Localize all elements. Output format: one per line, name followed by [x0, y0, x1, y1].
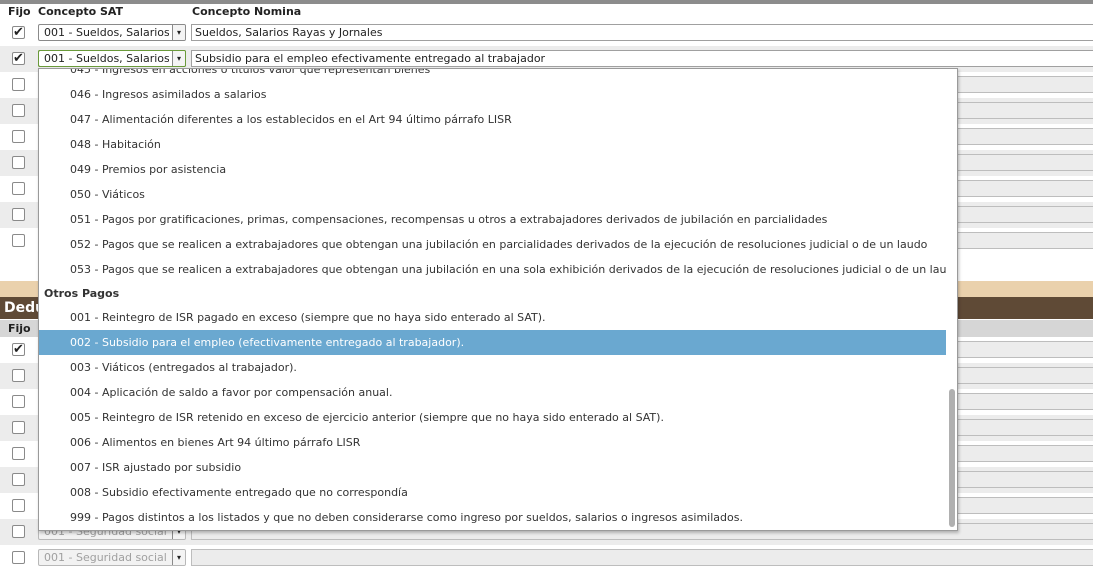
fijo-checkbox[interactable]: [12, 551, 25, 564]
fijo-checkbox[interactable]: [12, 208, 25, 221]
dropdown-option[interactable]: 048 - Habitación: [39, 132, 946, 157]
dropdown-arrow-icon[interactable]: ▾: [172, 550, 185, 565]
fijo-checkbox[interactable]: [12, 156, 25, 169]
dropdown-option[interactable]: 004 - Aplicación de saldo a favor por co…: [39, 380, 946, 405]
dropdown-option[interactable]: 047 - Alimentación diferentes a los esta…: [39, 107, 946, 132]
dropdown-group-label: Otros Pagos: [44, 287, 120, 300]
fijo-checkbox[interactable]: [12, 234, 25, 247]
dropdown-option[interactable]: 046 - Ingresos asimilados a salarios: [39, 82, 946, 107]
concepto-sat-value: 001 - Sueldos, Salarios Rayas y Jornales: [44, 52, 169, 65]
dropdown-arrow-icon[interactable]: ▾: [172, 25, 185, 40]
dropdown-option[interactable]: 006 - Alimentos en bienes Art 94 último …: [39, 430, 946, 455]
fijo-checkbox[interactable]: [12, 525, 25, 538]
header-concepto-nomina: Concepto Nomina: [192, 5, 302, 18]
fijo-checkbox[interactable]: [12, 447, 25, 460]
fijo-checkbox[interactable]: [12, 499, 25, 512]
fijo-checkbox[interactable]: ✔: [12, 52, 25, 65]
dropdown-option[interactable]: 045 - Ingresos en acciones o títulos val…: [39, 69, 946, 76]
checkmark-icon: ✔: [13, 342, 24, 357]
dropdown-option[interactable]: 007 - ISR ajustado por subsidio: [39, 455, 946, 480]
dropdown-option[interactable]: 053 - Pagos que se realicen a extrabajad…: [39, 257, 946, 282]
dropdown-option[interactable]: 005 - Reintegro de ISR retenido en exces…: [39, 405, 946, 430]
dropdown-option[interactable]: 008 - Subsidio efectivamente entregado q…: [39, 480, 946, 505]
dropdown-option[interactable]: 051 - Pagos por gratificaciones, primas,…: [39, 207, 946, 232]
fijo-checkbox[interactable]: ✔: [12, 26, 25, 39]
header-concepto-sat: Concepto SAT: [38, 5, 124, 18]
concepto-nomina-input[interactable]: [191, 549, 1093, 566]
dropdown-scrollbar-thumb[interactable]: [949, 389, 955, 527]
fijo-checkbox[interactable]: [12, 130, 25, 143]
concepto-nomina-input[interactable]: Sueldos, Salarios Rayas y Jornales: [191, 24, 1093, 41]
top-bar: [0, 0, 1093, 4]
fijo-checkbox[interactable]: [12, 182, 25, 195]
concepto-sat-select[interactable]: 001 - Seguridad social ▾: [38, 549, 186, 566]
fijo-checkbox[interactable]: [12, 395, 25, 408]
dropdown-option[interactable]: 052 - Pagos que se realicen a extrabajad…: [39, 232, 946, 257]
dropdown-option[interactable]: 002 - Subsidio para el empleo (efectivam…: [39, 330, 946, 355]
header-fijo: Fijo: [8, 5, 31, 18]
fijo-checkbox[interactable]: [12, 104, 25, 117]
dropdown-option[interactable]: 050 - Viáticos: [39, 182, 946, 207]
concepto-sat-dropdown-list[interactable]: 999 - Pagos distintos a los listados y q…: [38, 68, 958, 531]
checkmark-icon: ✔: [13, 51, 24, 66]
fijo-checkbox[interactable]: [12, 78, 25, 91]
concepto-sat-value: 001 - Sueldos, Salarios Rayas y Jornales: [44, 26, 169, 39]
dropdown-option[interactable]: 003 - Viáticos (entregados al trabajador…: [39, 355, 946, 380]
fijo-checkbox[interactable]: [12, 369, 25, 382]
dropdown-arrow-icon[interactable]: ▾: [172, 51, 185, 66]
checkmark-icon: ✔: [13, 25, 24, 40]
dropdown-option[interactable]: 999 - Pagos distintos a los listados y q…: [39, 505, 946, 530]
dropdown-option[interactable]: 049 - Premios por asistencia: [39, 157, 946, 182]
fijo-checkbox[interactable]: ✔: [12, 343, 25, 356]
concepto-nomina-input[interactable]: Subsidio para el empleo efectivamente en…: [191, 50, 1093, 67]
fijo-checkbox[interactable]: [12, 421, 25, 434]
dropdown-option[interactable]: 001 - Reintegro de ISR pagado en exceso …: [39, 305, 946, 330]
fijo-checkbox[interactable]: [12, 473, 25, 486]
concepto-sat-select[interactable]: 001 - Sueldos, Salarios Rayas y Jornales…: [38, 24, 186, 41]
concepto-sat-select[interactable]: 001 - Sueldos, Salarios Rayas y Jornales…: [38, 50, 186, 67]
concepto-sat-value: 001 - Seguridad social: [44, 551, 167, 564]
